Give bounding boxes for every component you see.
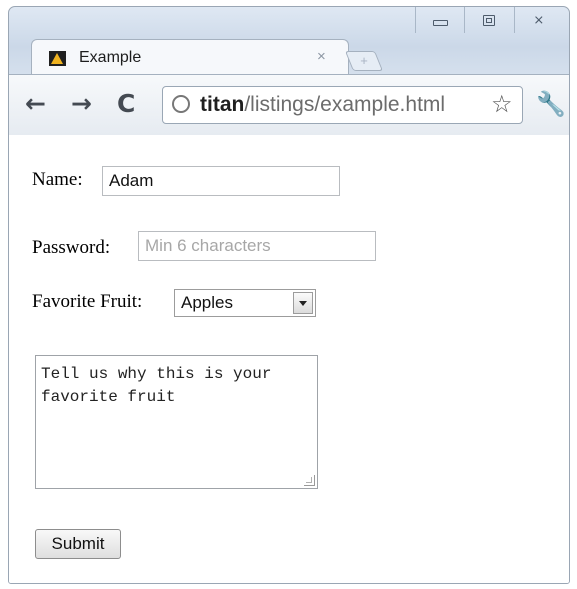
new-tab-button[interactable]: + bbox=[344, 51, 384, 71]
favorite-fruit-label: Favorite Fruit: bbox=[32, 291, 143, 312]
password-input[interactable]: Min 6 characters bbox=[138, 231, 376, 261]
reason-textarea[interactable]: Tell us why this is your favorite fruit bbox=[35, 355, 318, 489]
wrench-icon[interactable]: 🔧 bbox=[536, 89, 566, 119]
url-text: titan/listings/example.html bbox=[200, 91, 445, 119]
maximize-button[interactable] bbox=[464, 7, 513, 33]
submit-button[interactable]: Submit bbox=[35, 529, 121, 559]
back-button[interactable]: ← bbox=[25, 88, 46, 120]
fruit-select-value: Apples bbox=[181, 293, 233, 312]
url-host: titan bbox=[200, 93, 245, 116]
browser-window: ⨯ Example × + ← → C titan/listings/examp… bbox=[8, 6, 570, 584]
name-input[interactable]: Adam bbox=[102, 166, 340, 196]
forward-button[interactable]: → bbox=[71, 88, 92, 120]
url-path: /listings/example.html bbox=[244, 93, 446, 116]
plus-icon: + bbox=[360, 53, 368, 68]
address-bar[interactable]: titan/listings/example.html ☆ bbox=[162, 86, 523, 124]
tab-close-icon[interactable]: × bbox=[317, 48, 326, 65]
browser-tab[interactable]: Example × bbox=[31, 39, 349, 75]
minimize-button[interactable] bbox=[415, 7, 464, 33]
close-icon: ⨯ bbox=[533, 12, 545, 28]
page-content: Name: Adam Password: Min 6 characters Fa… bbox=[9, 135, 569, 583]
reload-button[interactable]: C bbox=[117, 88, 135, 120]
minimize-icon bbox=[432, 20, 448, 26]
tab-title: Example bbox=[79, 49, 142, 66]
warning-triangle-icon bbox=[49, 51, 66, 66]
close-window-button[interactable]: ⨯ bbox=[513, 7, 563, 33]
fruit-select[interactable]: Apples bbox=[174, 289, 316, 317]
browser-toolbar: ← → C titan/listings/example.html ☆ 🔧 bbox=[9, 74, 569, 136]
globe-icon bbox=[172, 95, 190, 113]
resize-handle-icon[interactable] bbox=[304, 475, 315, 486]
password-label: Password: bbox=[32, 237, 111, 258]
window-controls: ⨯ bbox=[415, 7, 563, 35]
maximize-icon bbox=[483, 14, 496, 26]
reason-text: Tell us why this is your favorite fruit bbox=[41, 365, 272, 406]
chevron-down-icon[interactable] bbox=[293, 292, 313, 314]
name-label: Name: bbox=[32, 169, 83, 190]
star-icon[interactable]: ☆ bbox=[491, 90, 513, 118]
